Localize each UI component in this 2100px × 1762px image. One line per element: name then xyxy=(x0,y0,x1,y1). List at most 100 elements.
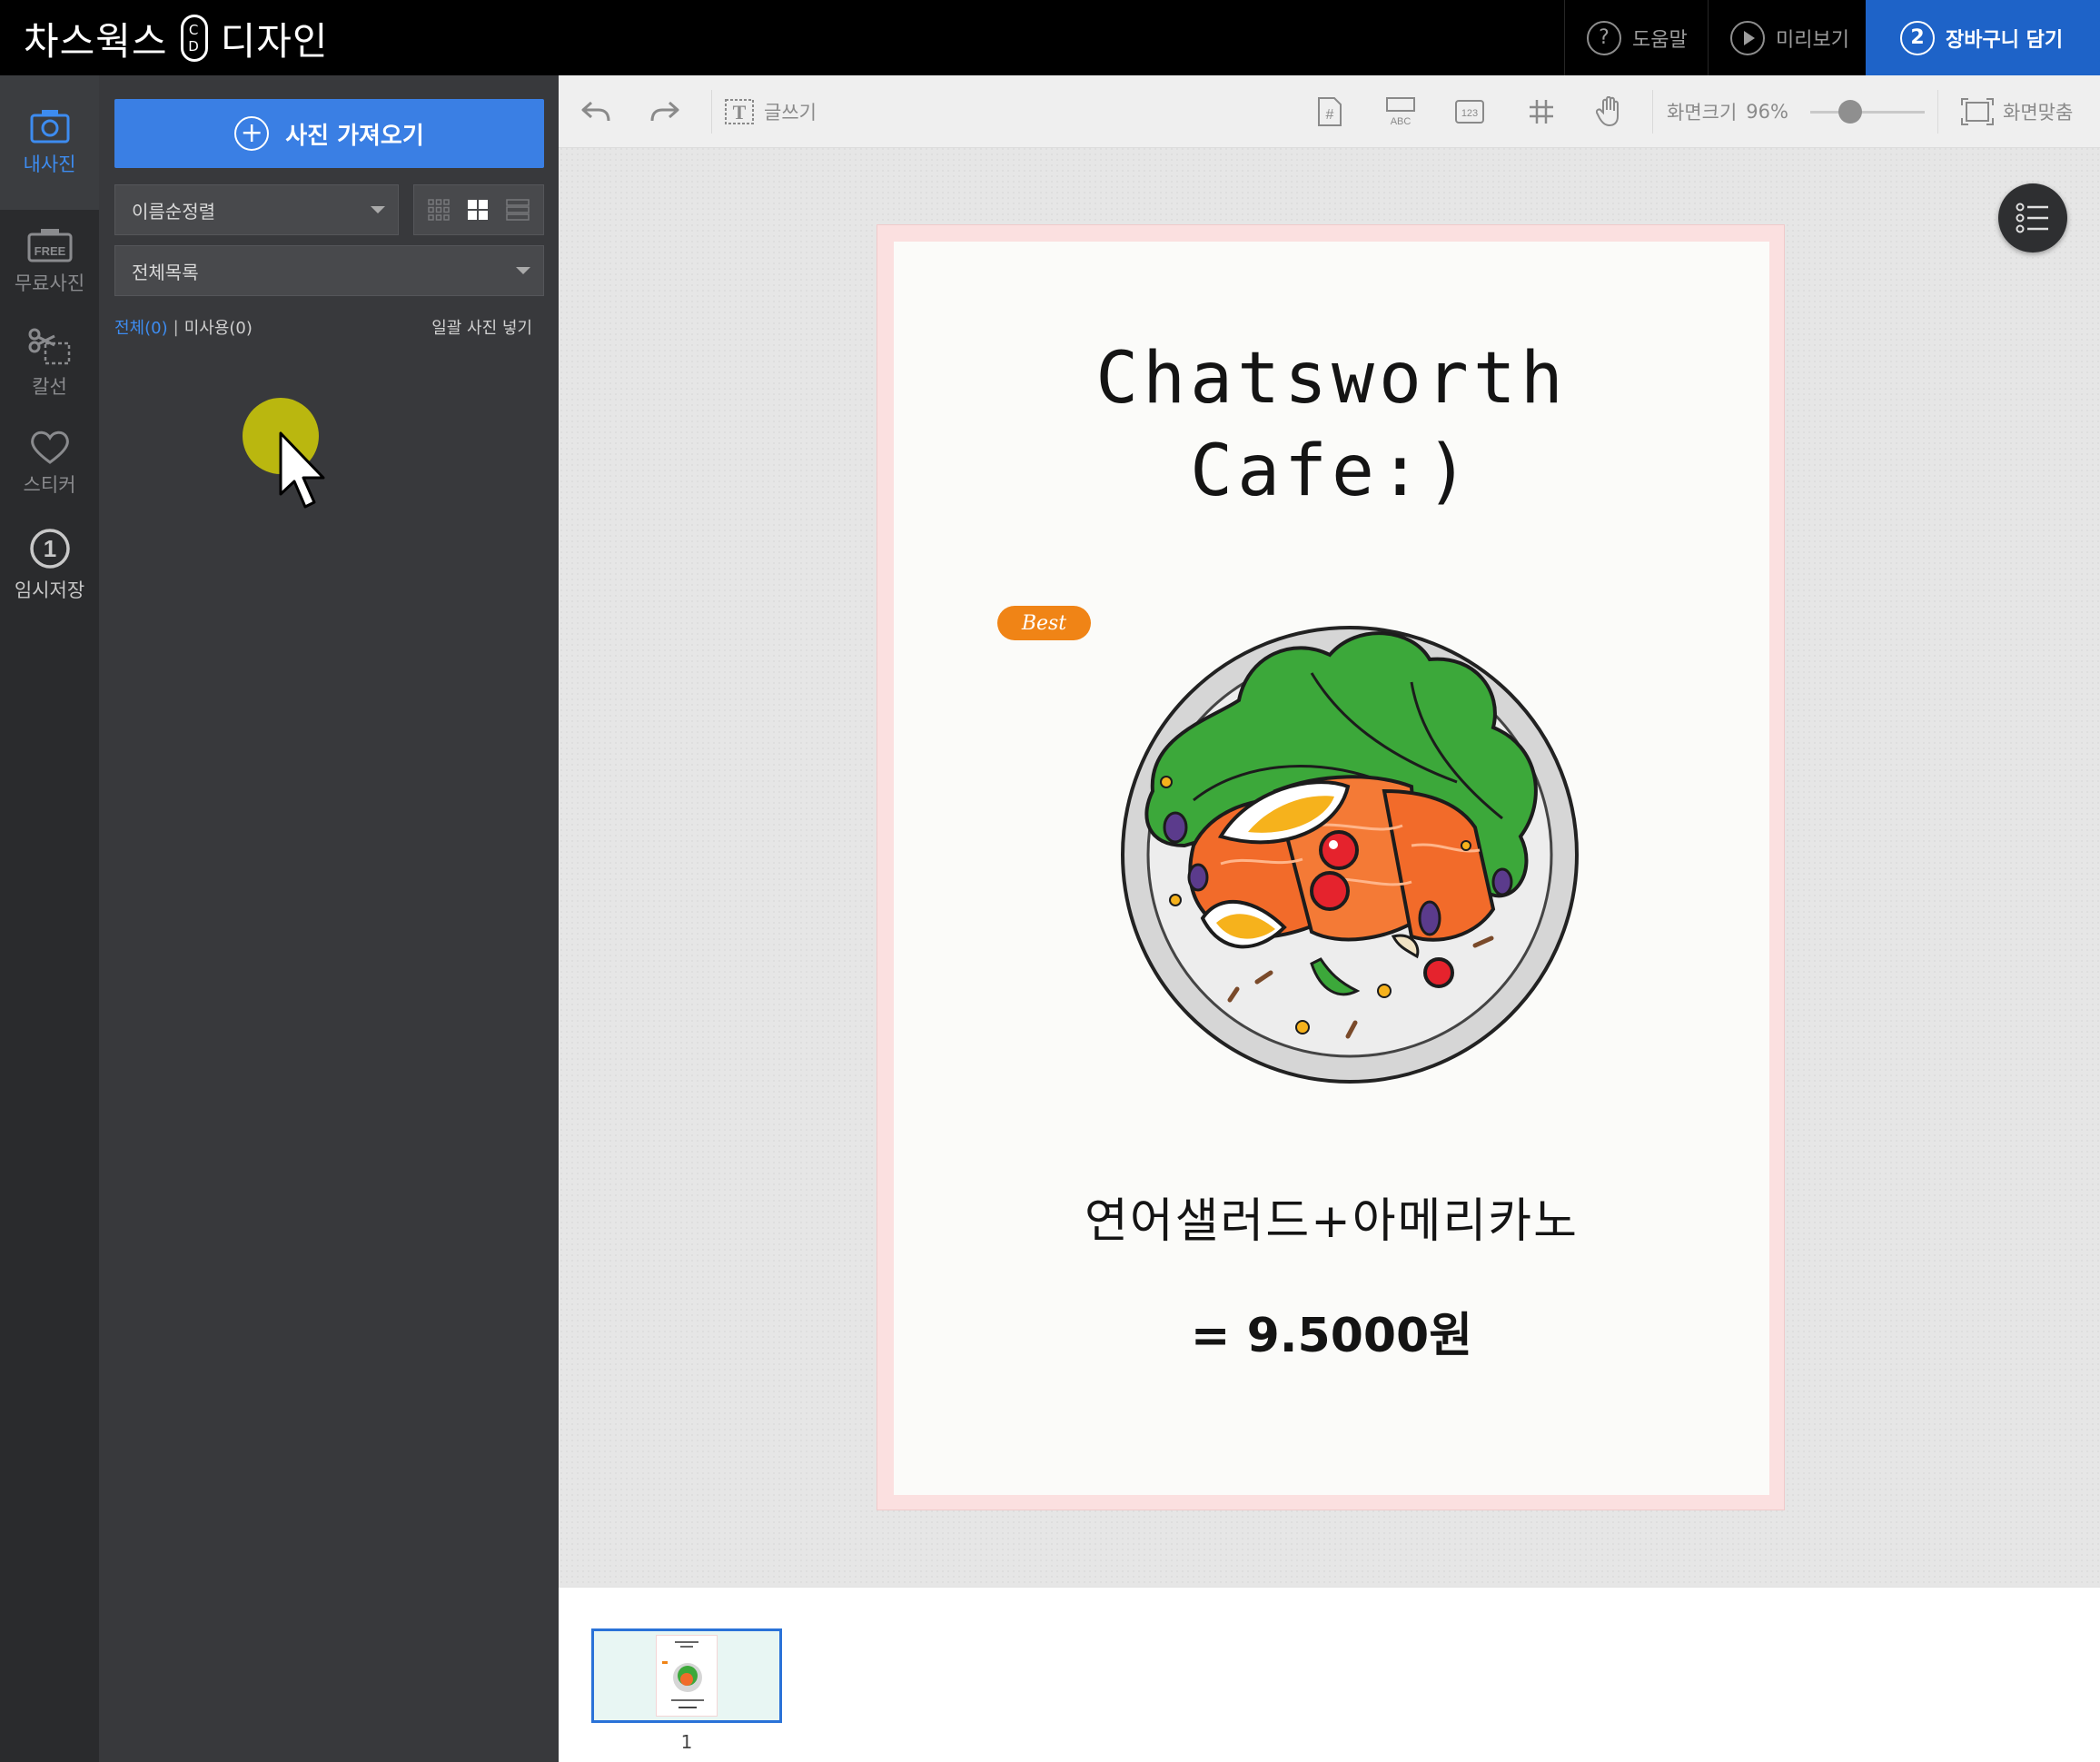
pan-tool[interactable] xyxy=(1596,75,1623,148)
help-icon: ? xyxy=(1587,20,1621,55)
chevron-down-icon xyxy=(516,267,530,274)
preview-label: 미리보기 xyxy=(1776,28,1849,52)
salmon-salad-illustration[interactable] xyxy=(1112,619,1584,1091)
filter-unused-link[interactable]: 미사용(0) xyxy=(184,315,253,339)
filter-all-link[interactable]: 전체(0) xyxy=(114,315,168,339)
import-label: 사진 가져오기 xyxy=(285,122,424,150)
rail-item-cut-line[interactable]: 칼선 xyxy=(0,313,99,413)
page-number-label: 1 xyxy=(680,1731,693,1753)
thumbnail-page-preview xyxy=(656,1635,718,1717)
free-photo-icon: FREE xyxy=(27,229,72,262)
album-value: 전체목록 xyxy=(132,261,199,283)
large-grid-view-icon[interactable] xyxy=(467,199,489,221)
chevron-down-icon xyxy=(371,206,385,213)
svg-text:123: 123 xyxy=(1461,108,1478,119)
rail-item-temp-save[interactable]: 1 임시저장 xyxy=(0,515,99,615)
grid-toggle[interactable] xyxy=(1529,75,1554,148)
text-box-icon: T xyxy=(725,99,754,124)
bulk-insert-link[interactable]: 일괄 사진 넣기 xyxy=(431,315,532,339)
brand-name-right: 디자인 xyxy=(220,18,329,64)
cafe-title[interactable]: Chatsworth Cafe:) xyxy=(894,332,1769,518)
temp-save-icon: 1 xyxy=(29,529,70,569)
rail-item-my-photos[interactable]: 내사진 xyxy=(0,75,99,210)
fit-screen-label: 화면맞춤 xyxy=(2003,102,2074,124)
rail-label: 내사진 xyxy=(23,153,76,175)
import-photo-button[interactable]: + 사진 가져오기 xyxy=(114,99,544,168)
zoom-slider-handle[interactable] xyxy=(1838,100,1863,124)
cart-label: 장바구니 담기 xyxy=(1946,28,2064,52)
fit-screen-button[interactable]: 화면맞춤 xyxy=(1961,75,2073,148)
page-number-icon: # xyxy=(1318,97,1342,126)
numbers-icon: 123 xyxy=(1455,100,1484,124)
thumbnail-preview-image xyxy=(662,1641,704,1708)
scissors-icon xyxy=(28,328,70,365)
brand-mark-icon: C D xyxy=(180,15,208,62)
price-text[interactable]: = 9.5000원 xyxy=(894,1297,1769,1365)
zoom-value: 96% xyxy=(1746,101,1788,123)
redo-icon xyxy=(650,101,679,122)
fit-screen-icon xyxy=(1961,98,1994,125)
plus-circle-icon: + xyxy=(234,116,270,151)
grid-icon xyxy=(1530,100,1553,124)
heart-icon xyxy=(30,431,69,464)
rail-item-sticker[interactable]: 스티커 xyxy=(0,413,99,513)
brand-name-left: 차스웍스 xyxy=(24,18,168,64)
toolbar-divider xyxy=(1937,90,1938,134)
play-icon xyxy=(1730,20,1765,55)
zoom-label-group: 화면크기 96% xyxy=(1667,75,1788,148)
design-canvas-area: T 글쓰기 # ABC 123 화면크기 96% 화면맞춤 Chatsworth… xyxy=(559,75,2100,1587)
temp-save-badge: 1 xyxy=(43,535,55,562)
list-icon xyxy=(2016,203,2048,233)
filter-separator: | xyxy=(173,317,179,337)
page-number-tool[interactable]: # xyxy=(1316,75,1343,148)
best-badge[interactable]: Best xyxy=(997,606,1091,640)
free-badge: FREE xyxy=(34,244,65,258)
svg-text:T: T xyxy=(733,101,747,124)
help-label: 도움말 xyxy=(1632,28,1688,52)
hand-icon xyxy=(1596,96,1619,127)
layer-list-button[interactable] xyxy=(1998,183,2067,252)
text-tool-label: 글쓰기 xyxy=(764,102,817,124)
brand-logo[interactable]: 차스웍스 C D 디자인 xyxy=(24,11,328,65)
svg-text:#: # xyxy=(1326,107,1334,123)
zoom-label: 화면크기 xyxy=(1667,102,1738,124)
undo-icon xyxy=(581,101,610,122)
page-thumbnail-strip: 1 xyxy=(559,1587,2100,1762)
design-page-frame[interactable]: Chatsworth Cafe:) Best 연어샐러드+아메리카노 = 9.5… xyxy=(877,224,1785,1510)
svg-text:ABC: ABC xyxy=(1391,116,1412,127)
abc-frame-icon: ABC xyxy=(1386,97,1415,127)
rail-label: 무료사진 xyxy=(14,272,85,294)
page-thumbnail[interactable] xyxy=(591,1628,782,1723)
album-select[interactable]: 전체목록 xyxy=(114,245,544,296)
number-tool[interactable]: 123 xyxy=(1454,75,1485,148)
editor-toolbar: T 글쓰기 # ABC 123 화면크기 96% 화면맞춤 xyxy=(559,75,2100,148)
toolbar-divider xyxy=(711,90,712,134)
help-button[interactable]: ? 도움말 xyxy=(1564,0,1708,75)
mouse-pointer-icon xyxy=(279,431,325,509)
menu-item-text[interactable]: 연어샐러드+아메리카노 xyxy=(894,1183,1769,1251)
rail-label: 칼선 xyxy=(32,376,67,398)
preview-button[interactable]: 미리보기 xyxy=(1708,0,1866,75)
camera-icon xyxy=(30,110,69,144)
sort-select[interactable]: 이름순정렬 xyxy=(114,184,399,235)
list-view-icon[interactable] xyxy=(505,199,530,221)
sort-value: 이름순정렬 xyxy=(132,200,215,223)
rail-label: 임시저장 xyxy=(14,579,85,601)
photo-panel: + 사진 가져오기 이름순정렬 전체목록 전체(0) | 미사용(0) 일괄 사… xyxy=(99,75,559,1762)
rail-label: 스티커 xyxy=(23,474,76,496)
design-page[interactable]: Chatsworth Cafe:) Best 연어샐러드+아메리카노 = 9.5… xyxy=(894,242,1769,1495)
redo-button[interactable] xyxy=(649,75,680,148)
small-grid-view-icon[interactable] xyxy=(428,199,451,221)
text-frame-tool[interactable]: ABC xyxy=(1385,75,1416,148)
toolbar-divider xyxy=(1652,90,1653,134)
step-two-icon: 2 xyxy=(1900,20,1935,55)
zoom-slider-track[interactable] xyxy=(1810,111,1925,114)
tool-rail: 내사진 FREE 무료사진 칼선 스티커 1 임시저장 xyxy=(0,75,99,1762)
undo-button[interactable] xyxy=(580,75,611,148)
text-tool-button[interactable]: T 글쓰기 xyxy=(724,75,817,148)
rail-item-free-photos[interactable]: FREE 무료사진 xyxy=(0,212,99,312)
top-bar: 차스웍스 C D 디자인 ? 도움말 미리보기 2 장바구니 담기 xyxy=(0,0,2100,75)
view-mode-toggle xyxy=(413,184,544,235)
photo-filter-row: 전체(0) | 미사용(0) 일괄 사진 넣기 xyxy=(114,313,544,341)
add-to-cart-button[interactable]: 2 장바구니 담기 xyxy=(1866,0,2100,75)
